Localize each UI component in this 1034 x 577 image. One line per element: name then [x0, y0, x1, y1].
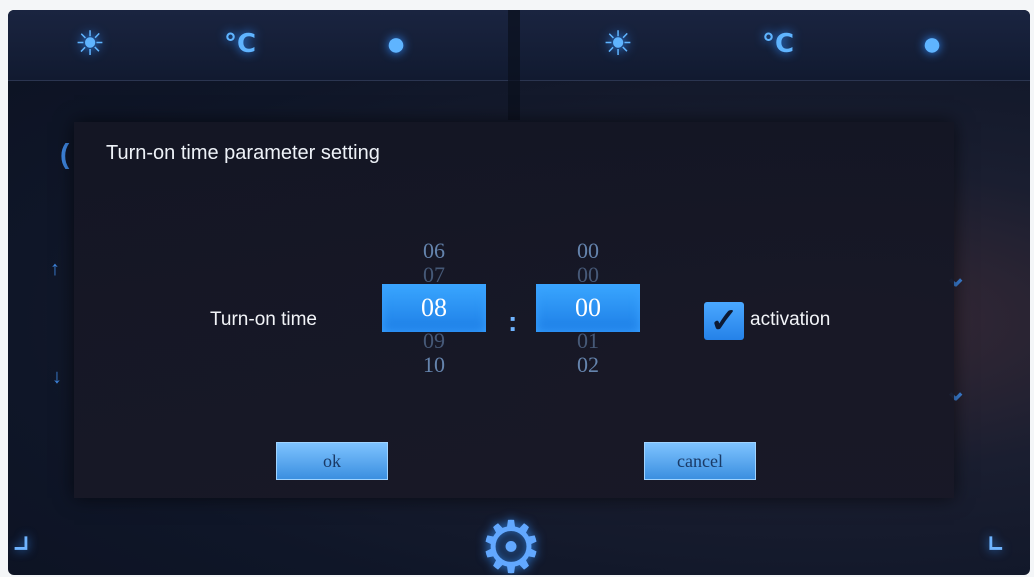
minute-option[interactable]: 01: [536, 332, 640, 350]
activation-checkbox[interactable]: ✓: [704, 302, 744, 340]
selected-minute[interactable]: 00: [536, 284, 640, 332]
hour-option[interactable]: 09: [382, 332, 486, 350]
selected-hour[interactable]: 08: [382, 284, 486, 332]
activation-label[interactable]: activation: [750, 309, 830, 331]
signal-icon[interactable]: ⌞: [986, 511, 1005, 557]
hour-option[interactable]: 10: [382, 350, 486, 380]
time-separator: :: [508, 306, 518, 337]
hour-option[interactable]: 07: [382, 266, 486, 284]
cancel-button[interactable]: cancel: [644, 442, 756, 480]
water-drop-icon[interactable]: ●: [910, 22, 954, 66]
checkmark-icon: ✓: [709, 302, 739, 340]
minute-option[interactable]: 00: [536, 266, 640, 284]
ok-button[interactable]: ok: [276, 442, 388, 480]
wifi-icon[interactable]: ⌟: [12, 511, 31, 557]
turn-on-time-label: Turn-on time: [210, 309, 317, 330]
panel-divider: [508, 10, 520, 120]
hour-picker[interactable]: 06 07 08 09 10: [382, 236, 486, 380]
lightbulb-icon[interactable]: ☀: [596, 22, 640, 66]
moon-icon[interactable]: (: [60, 138, 69, 170]
arrow-up-icon[interactable]: ↑: [50, 258, 60, 281]
dialog-title: Turn-on time parameter setting: [106, 142, 380, 164]
minute-option[interactable]: 02: [536, 350, 640, 380]
settings-gear-icon[interactable]: ⚙: [470, 507, 552, 575]
water-drop-icon[interactable]: ●: [374, 22, 418, 66]
minute-option[interactable]: 00: [536, 236, 640, 266]
minute-picker[interactable]: 00 00 00 01 02: [536, 236, 640, 380]
temperature-icon[interactable]: °C: [756, 22, 800, 66]
top-status-bar: ☀ °C ● ☀ °C ●: [8, 10, 1030, 120]
hour-option[interactable]: 06: [382, 236, 486, 266]
arrow-down-icon[interactable]: ↓: [52, 366, 62, 389]
touch-screen: ☀ °C ● ☀ °C ● ( ↑ ↓ ⌄ ⌄ Turn-on time par…: [8, 10, 1030, 575]
bottom-bar: ⌟ ⚙ ⌞: [8, 489, 1030, 575]
temperature-icon[interactable]: °C: [218, 22, 262, 66]
time-setting-dialog: Turn-on time parameter setting Turn-on t…: [74, 122, 954, 498]
lightbulb-icon[interactable]: ☀: [68, 22, 112, 66]
